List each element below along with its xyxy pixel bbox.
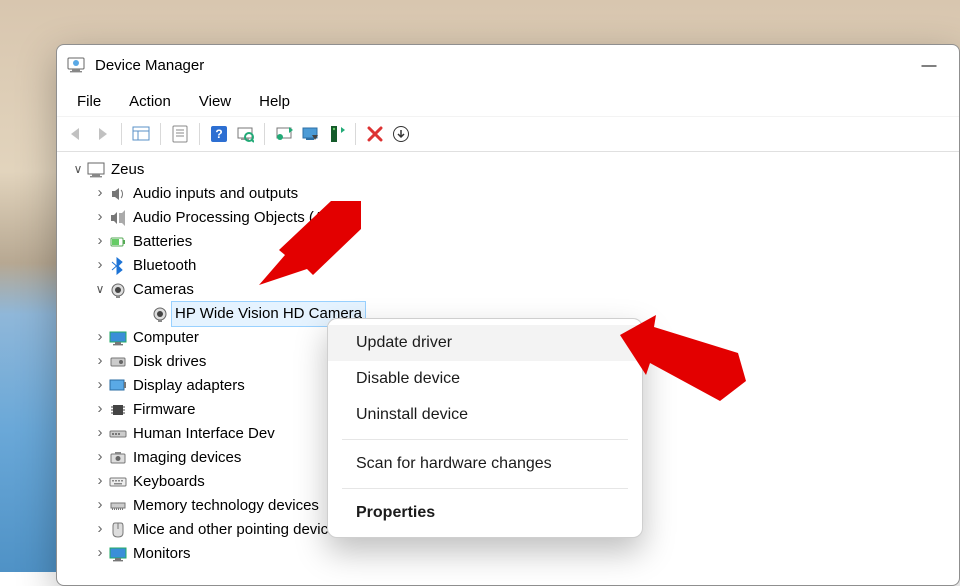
svg-text:?: ? bbox=[215, 127, 222, 141]
toolbar-separator bbox=[199, 123, 200, 145]
monitor-icon bbox=[109, 329, 127, 347]
chevron-right-icon[interactable] bbox=[91, 229, 109, 253]
keyboard-icon bbox=[109, 473, 127, 491]
back-button[interactable] bbox=[65, 123, 87, 145]
tree-item[interactable]: Bluetooth bbox=[61, 254, 955, 278]
tree-label: Audio Processing Objects (APOs) bbox=[133, 206, 358, 230]
monitor-icon bbox=[109, 545, 127, 563]
chip-icon bbox=[109, 401, 127, 419]
tree-label: Disk drives bbox=[133, 350, 206, 374]
help-icon[interactable]: ? bbox=[208, 123, 230, 145]
disable-device-icon[interactable] bbox=[299, 123, 321, 145]
show-hidden-icon[interactable] bbox=[130, 123, 152, 145]
minimize-button[interactable]: — bbox=[909, 50, 949, 80]
properties-icon[interactable] bbox=[169, 123, 191, 145]
toolbar-separator bbox=[160, 123, 161, 145]
camera-icon bbox=[109, 281, 127, 299]
tree-item[interactable]: Audio Processing Objects (APOs) bbox=[61, 206, 955, 230]
tree-item-cameras[interactable]: Cameras bbox=[61, 278, 955, 302]
context-menu-separator bbox=[342, 488, 628, 489]
tree-root-label: Zeus bbox=[111, 158, 144, 182]
chevron-down-icon[interactable] bbox=[91, 277, 109, 301]
menu-view[interactable]: View bbox=[187, 91, 243, 112]
tree-root[interactable]: Zeus bbox=[61, 158, 955, 182]
tree-label: Computer bbox=[133, 326, 199, 350]
menu-help[interactable]: Help bbox=[247, 91, 302, 112]
tree-label: Display adapters bbox=[133, 374, 245, 398]
chevron-right-icon[interactable] bbox=[91, 349, 109, 373]
computer-icon bbox=[87, 161, 105, 179]
chevron-right-icon[interactable] bbox=[91, 325, 109, 349]
chevron-right-icon[interactable] bbox=[91, 469, 109, 493]
ctx-properties[interactable]: Properties bbox=[328, 495, 642, 531]
tree-label: Firmware bbox=[133, 398, 196, 422]
camera-icon bbox=[151, 305, 169, 323]
tree-label: Cameras bbox=[133, 278, 194, 302]
battery-icon bbox=[109, 233, 127, 251]
menubar: File Action View Help bbox=[57, 86, 959, 116]
hid-icon bbox=[109, 425, 127, 443]
scan-for-changes-icon[interactable] bbox=[234, 123, 256, 145]
context-menu: Update driver Disable device Uninstall d… bbox=[327, 318, 643, 538]
tree-item[interactable]: Batteries bbox=[61, 230, 955, 254]
uninstall-device-icon[interactable] bbox=[325, 123, 347, 145]
memory-icon bbox=[109, 497, 127, 515]
tree-item[interactable]: Audio inputs and outputs bbox=[61, 182, 955, 206]
update-driver-icon[interactable] bbox=[273, 123, 295, 145]
tree-label: Imaging devices bbox=[133, 446, 241, 470]
bluetooth-icon bbox=[109, 257, 127, 275]
toolbar-separator bbox=[355, 123, 356, 145]
ctx-disable-device[interactable]: Disable device bbox=[328, 361, 642, 397]
chevron-right-icon[interactable] bbox=[91, 253, 109, 277]
speaker-stack-icon bbox=[109, 209, 127, 227]
chevron-right-icon[interactable] bbox=[91, 397, 109, 421]
ctx-update-driver[interactable]: Update driver bbox=[328, 325, 642, 361]
chevron-right-icon[interactable] bbox=[91, 445, 109, 469]
ctx-scan-hardware[interactable]: Scan for hardware changes bbox=[328, 446, 642, 482]
chevron-right-icon[interactable] bbox=[91, 517, 109, 541]
chevron-right-icon[interactable] bbox=[91, 541, 109, 565]
tree-label: Mice and other pointing devices bbox=[133, 518, 344, 542]
mouse-icon bbox=[109, 521, 127, 539]
tree-label: Human Interface Dev bbox=[133, 422, 275, 446]
chevron-down-icon[interactable] bbox=[69, 157, 87, 181]
tree-label: Keyboards bbox=[133, 470, 205, 494]
down-arrow-icon[interactable] bbox=[390, 123, 412, 145]
chevron-right-icon[interactable] bbox=[91, 421, 109, 445]
device-manager-icon bbox=[67, 56, 85, 74]
context-menu-separator bbox=[342, 439, 628, 440]
remove-icon[interactable] bbox=[364, 123, 386, 145]
tree-label: Bluetooth bbox=[133, 254, 196, 278]
tree-label: Batteries bbox=[133, 230, 192, 254]
display-adapter-icon bbox=[109, 377, 127, 395]
toolbar-separator bbox=[121, 123, 122, 145]
chevron-right-icon[interactable] bbox=[91, 373, 109, 397]
ctx-uninstall-device[interactable]: Uninstall device bbox=[328, 397, 642, 433]
tree-label: Memory technology devices bbox=[133, 494, 319, 518]
tree-label: Audio inputs and outputs bbox=[133, 182, 298, 206]
titlebar[interactable]: Device Manager — bbox=[57, 45, 959, 86]
menu-file[interactable]: File bbox=[65, 91, 113, 112]
window-title: Device Manager bbox=[95, 57, 204, 74]
chevron-right-icon[interactable] bbox=[91, 493, 109, 517]
imaging-icon bbox=[109, 449, 127, 467]
chevron-right-icon[interactable] bbox=[91, 205, 109, 229]
menu-action[interactable]: Action bbox=[117, 91, 183, 112]
speaker-icon bbox=[109, 185, 127, 203]
toolbar: ? bbox=[57, 116, 959, 152]
toolbar-separator bbox=[264, 123, 265, 145]
tree-label: Monitors bbox=[133, 542, 191, 566]
disk-icon bbox=[109, 353, 127, 371]
chevron-right-icon[interactable] bbox=[91, 181, 109, 205]
forward-button[interactable] bbox=[91, 123, 113, 145]
tree-item[interactable]: Monitors bbox=[61, 542, 955, 566]
